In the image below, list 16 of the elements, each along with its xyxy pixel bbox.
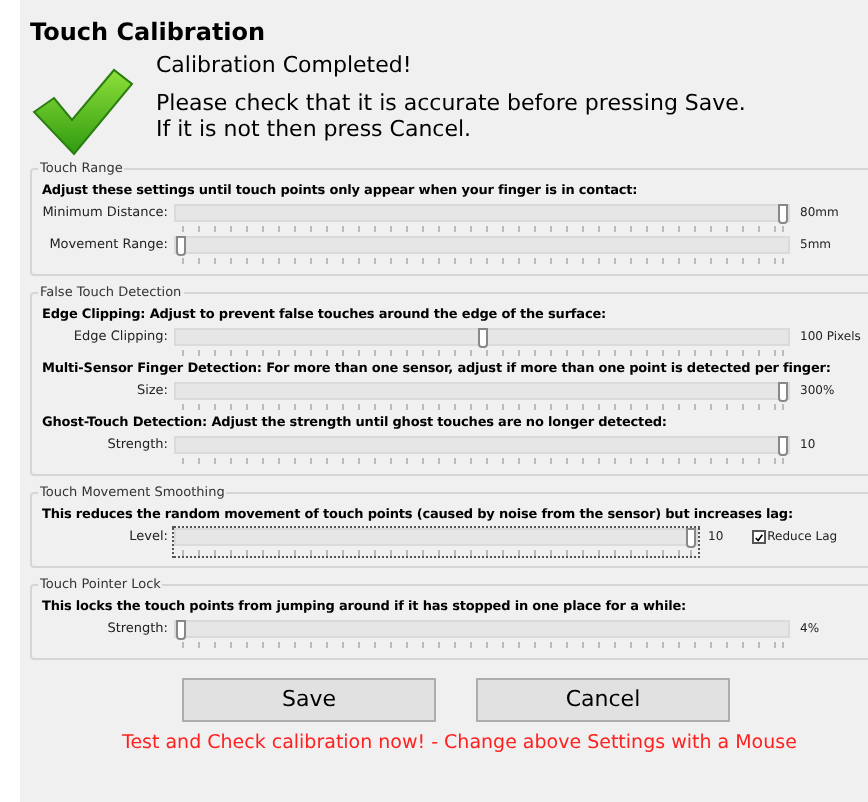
footer-message: Test and Check calibration now! - Change above Settings with a Mouse [122,732,797,756]
slider[interactable] [174,236,790,264]
checkmark-icon [30,64,134,156]
checkmark-icon [753,531,764,543]
slider[interactable] [174,382,790,410]
instruction-text: Please check that it is accurate before pressing Save. [156,90,746,116]
slider[interactable] [174,436,790,464]
status-message: Calibration Completed! [156,52,412,80]
window-title: Touch Calibration [30,18,266,46]
instruction-text: If it is not then press Cancel. [156,116,472,142]
cancel-button[interactable]: Cancel [476,678,730,722]
slider[interactable] [174,528,698,556]
slider[interactable] [174,204,790,232]
slider[interactable] [174,620,790,648]
save-button[interactable]: Save [182,678,436,722]
slider[interactable] [174,328,790,356]
